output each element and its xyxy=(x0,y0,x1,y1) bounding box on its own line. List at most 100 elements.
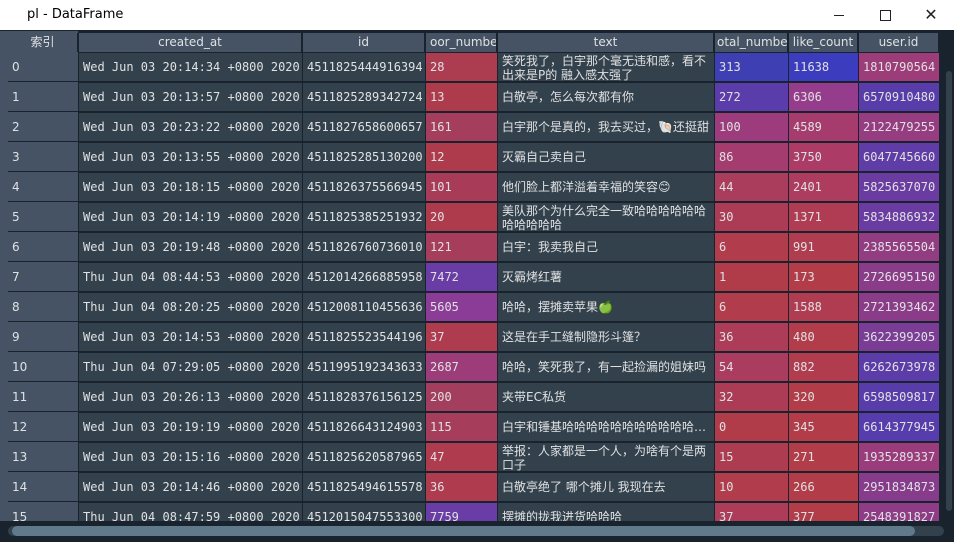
row-index-cell[interactable]: 15 xyxy=(8,503,78,521)
like-count-cell[interactable]: 2401 xyxy=(789,173,858,202)
id-cell[interactable]: 4511826643124903 xyxy=(303,413,425,442)
total-number-cell[interactable]: 6 xyxy=(715,293,788,322)
created-at-cell[interactable]: Wed Jun 03 20:19:48 +0800 2020 xyxy=(79,233,302,262)
user-id-cell[interactable]: 6598509817 xyxy=(859,383,939,412)
created-at-cell[interactable]: Wed Jun 03 20:14:19 +0800 2020 xyxy=(79,203,302,232)
horizontal-scrollbar[interactable] xyxy=(0,521,954,542)
text-cell[interactable]: 哈哈，摆摊卖苹果🍏 xyxy=(498,293,714,322)
user-id-cell[interactable]: 1810790564 xyxy=(859,53,939,82)
header-like-count[interactable]: like_count xyxy=(789,33,858,52)
user-id-cell[interactable]: 2951834873 xyxy=(859,473,939,502)
text-cell[interactable]: 灭霸自己卖自己 xyxy=(498,143,714,172)
user-id-cell[interactable]: 2385565504 xyxy=(859,233,939,262)
id-cell[interactable]: 4511828376156125 xyxy=(303,383,425,412)
row-index-cell[interactable]: 5 xyxy=(8,203,78,232)
id-cell[interactable]: 4511826375566945 xyxy=(303,173,425,202)
total-number-cell[interactable]: 37 xyxy=(715,503,788,521)
like-count-cell[interactable]: 3750 xyxy=(789,143,858,172)
user-id-cell[interactable]: 1935289337 xyxy=(859,443,939,472)
floor-number-cell[interactable]: 5605 xyxy=(426,293,497,322)
user-id-cell[interactable]: 2548391827 xyxy=(859,503,939,521)
like-count-cell[interactable]: 882 xyxy=(789,353,858,382)
created-at-cell[interactable]: Wed Jun 03 20:19:19 +0800 2020 xyxy=(79,413,302,442)
like-count-cell[interactable]: 345 xyxy=(789,413,858,442)
table-row[interactable]: 11 Wed Jun 03 20:26:13 +0800 2020 45118283… xyxy=(0,383,944,412)
like-count-cell[interactable]: 320 xyxy=(789,383,858,412)
floor-number-cell[interactable]: 121 xyxy=(426,233,497,262)
table-row[interactable]: 12 Wed Jun 03 20:19:19 +0800 2020 45118266… xyxy=(0,413,944,442)
id-cell[interactable]: 4511825444916394 xyxy=(303,53,425,82)
total-number-cell[interactable]: 54 xyxy=(715,353,788,382)
total-number-cell[interactable]: 0 xyxy=(715,413,788,442)
like-count-cell[interactable]: 480 xyxy=(789,323,858,352)
row-index-cell[interactable]: 13 xyxy=(8,443,78,472)
floor-number-cell[interactable]: 2687 xyxy=(426,353,497,382)
total-number-cell[interactable]: 272 xyxy=(715,83,788,112)
row-index-cell[interactable]: 2 xyxy=(8,113,78,142)
text-cell[interactable]: 灭霸烤红薯 xyxy=(498,263,714,292)
text-cell[interactable]: 白敬亭，怎么每次都有你 xyxy=(498,83,714,112)
header-index[interactable]: 索引 xyxy=(8,33,78,52)
user-id-cell[interactable]: 2726695150 xyxy=(859,263,939,292)
floor-number-cell[interactable]: 28 xyxy=(426,53,497,82)
table-row[interactable]: 14 Wed Jun 03 20:14:46 +0800 2020 45118254… xyxy=(0,473,944,502)
like-count-cell[interactable]: 377 xyxy=(789,503,858,521)
id-cell[interactable]: 4512015047553300 xyxy=(303,503,425,521)
created-at-cell[interactable]: Wed Jun 03 20:14:34 +0800 2020 xyxy=(79,53,302,82)
header-id[interactable]: id xyxy=(303,33,425,52)
minimize-button[interactable] xyxy=(816,0,862,30)
row-index-cell[interactable]: 1 xyxy=(8,83,78,112)
row-index-cell[interactable]: 9 xyxy=(8,323,78,352)
text-cell[interactable]: 哈哈，笑死我了，有一起捡漏的姐妹吗 xyxy=(498,353,714,382)
user-id-cell[interactable]: 6570910480 xyxy=(859,83,939,112)
like-count-cell[interactable]: 266 xyxy=(789,473,858,502)
table-row[interactable]: 7 Thu Jun 04 08:44:53 +0800 2020 451201426… xyxy=(0,263,944,292)
text-cell[interactable]: 这是在手工缝制隐形斗篷？ xyxy=(498,323,714,352)
row-index-cell[interactable]: 8 xyxy=(8,293,78,322)
table-row[interactable]: 9 Wed Jun 03 20:14:53 +0800 2020 451182552… xyxy=(0,323,944,352)
created-at-cell[interactable]: Wed Jun 03 20:14:46 +0800 2020 xyxy=(79,473,302,502)
vertical-scroll-thumb[interactable] xyxy=(946,71,952,511)
close-button[interactable]: ✕ xyxy=(908,0,954,30)
created-at-cell[interactable]: Thu Jun 04 08:47:59 +0800 2020 xyxy=(79,503,302,521)
user-id-cell[interactable]: 6047745660 xyxy=(859,143,939,172)
id-cell[interactable]: 4512008110455636 xyxy=(303,293,425,322)
text-cell[interactable]: 他们脸上都洋溢着幸福的笑容😊 xyxy=(498,173,714,202)
text-cell[interactable]: 摆摊的拢我进货哈哈哈 xyxy=(498,503,714,521)
id-cell[interactable]: 4511825494615578 xyxy=(303,473,425,502)
table-row[interactable]: 0 Wed Jun 03 20:14:34 +0800 2020 451182544… xyxy=(0,53,944,82)
like-count-cell[interactable]: 6306 xyxy=(789,83,858,112)
table-row[interactable]: 5 Wed Jun 03 20:14:19 +0800 2020 451182538… xyxy=(0,203,944,232)
created-at-cell[interactable]: Wed Jun 03 20:15:16 +0800 2020 xyxy=(79,443,302,472)
user-id-cell[interactable]: 3622399205 xyxy=(859,323,939,352)
total-number-cell[interactable]: 313 xyxy=(715,53,788,82)
floor-number-cell[interactable]: 115 xyxy=(426,413,497,442)
total-number-cell[interactable]: 36 xyxy=(715,323,788,352)
total-number-cell[interactable]: 32 xyxy=(715,383,788,412)
user-id-cell[interactable]: 2122479255 xyxy=(859,113,939,142)
created-at-cell[interactable]: Wed Jun 03 20:26:13 +0800 2020 xyxy=(79,383,302,412)
like-count-cell[interactable]: 1588 xyxy=(789,293,858,322)
created-at-cell[interactable]: Wed Jun 03 20:18:15 +0800 2020 xyxy=(79,173,302,202)
total-number-cell[interactable]: 6 xyxy=(715,233,788,262)
created-at-cell[interactable]: Wed Jun 03 20:13:55 +0800 2020 xyxy=(79,143,302,172)
user-id-cell[interactable]: 5825637070 xyxy=(859,173,939,202)
table-row[interactable]: 2 Wed Jun 03 20:23:22 +0800 2020 451182765… xyxy=(0,113,944,142)
row-index-cell[interactable]: 11 xyxy=(8,383,78,412)
total-number-cell[interactable]: 15 xyxy=(715,443,788,472)
floor-number-cell[interactable]: 37 xyxy=(426,323,497,352)
like-count-cell[interactable]: 173 xyxy=(789,263,858,292)
id-cell[interactable]: 4511826760736010 xyxy=(303,233,425,262)
text-cell[interactable]: 白宇那个是真的，我去买过，🐚还挺甜 xyxy=(498,113,714,142)
table-row[interactable]: 6 Wed Jun 03 20:19:48 +0800 2020 451182676… xyxy=(0,233,944,262)
floor-number-cell[interactable]: 161 xyxy=(426,113,497,142)
table-row[interactable]: 8 Thu Jun 04 08:20:25 +0800 2020 451200811… xyxy=(0,293,944,322)
table-row[interactable]: 13 Wed Jun 03 20:15:16 +0800 2020 45118256… xyxy=(0,443,944,472)
header-created-at[interactable]: created_at xyxy=(79,33,302,52)
row-index-cell[interactable]: 0 xyxy=(8,53,78,82)
created-at-cell[interactable]: Thu Jun 04 08:20:25 +0800 2020 xyxy=(79,293,302,322)
table-row[interactable]: 3 Wed Jun 03 20:13:55 +0800 2020 451182528… xyxy=(0,143,944,172)
header-user-id[interactable]: user.id xyxy=(859,33,939,52)
total-number-cell[interactable]: 100 xyxy=(715,113,788,142)
table-row[interactable]: 15 Thu Jun 04 08:47:59 +0800 2020 45120150… xyxy=(0,503,944,521)
